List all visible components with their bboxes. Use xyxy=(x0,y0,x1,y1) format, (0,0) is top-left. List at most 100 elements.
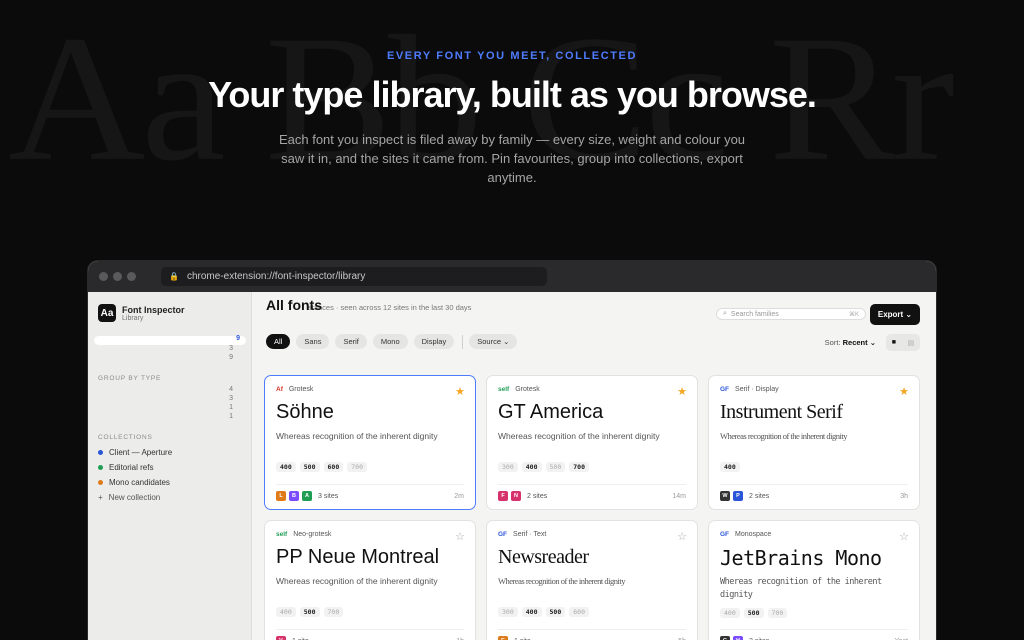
close-window-dot[interactable] xyxy=(99,272,108,281)
library-meta: stances · seen across 12 sites in the la… xyxy=(308,303,472,312)
filter-display[interactable]: Display xyxy=(413,334,455,349)
search-input[interactable]: ⌕ Search families ⌘K xyxy=(716,308,866,320)
filter-mono[interactable]: Mono xyxy=(372,334,408,349)
weight-chip[interactable]: 700 xyxy=(323,607,344,617)
font-card[interactable]: self Grotesk ★ GT America Whereas recogn… xyxy=(486,375,698,510)
font-card[interactable]: GF Monospace ☆ JetBrains Mono Whereas re… xyxy=(708,520,920,640)
sidebar-item[interactable]: 9 xyxy=(98,354,241,363)
star-icon[interactable]: ☆ xyxy=(899,530,909,543)
card-footer: V 1 site 1h xyxy=(276,629,464,640)
collection-client-aperture[interactable]: Client — Aperture xyxy=(98,445,241,460)
collection-color-dot xyxy=(98,450,103,455)
sidebar-item[interactable]: 1 xyxy=(98,404,241,413)
brand-name: Font Inspector xyxy=(122,304,185,315)
minimize-window-dot[interactable] xyxy=(113,272,122,281)
card-footer: FN 2 sites 14m xyxy=(498,484,686,501)
star-icon[interactable]: ★ xyxy=(899,385,909,398)
hero-subtitle: Each font you inspect is filed away by f… xyxy=(278,132,746,185)
maximize-window-dot[interactable] xyxy=(127,272,136,281)
page-title: All fonts xyxy=(266,297,322,313)
weight-list: 300 400 500 600 xyxy=(498,607,686,617)
star-icon[interactable]: ★ xyxy=(677,385,687,398)
lock-icon: 🔒 xyxy=(169,272,179,281)
font-sample-text: Whereas recognition of the inherent dign… xyxy=(498,431,660,441)
collection-color-dot xyxy=(98,480,103,485)
grid-view-icon[interactable]: ■ xyxy=(892,339,896,346)
view-toggle[interactable]: ■ ▤ xyxy=(886,334,920,351)
collection-label: Client — Aperture xyxy=(109,448,173,457)
weight-chip[interactable]: 700 xyxy=(347,462,367,472)
font-category: Serif · Display xyxy=(735,386,779,393)
star-icon[interactable]: ★ xyxy=(455,385,465,398)
weight-chip[interactable]: 400 xyxy=(720,608,740,618)
collection-mono-candidates[interactable]: Mono candidates xyxy=(98,475,241,490)
sidebar-count: 3 xyxy=(229,345,233,352)
source-dropdown[interactable]: Source ⌄ xyxy=(469,334,518,349)
font-sample-text: Whereas recognition of the inherent dign… xyxy=(720,431,847,441)
sidebar-item[interactable]: 1 xyxy=(98,413,241,422)
sidebar: Aa Font Inspector Library 9 3 9 GROUP BY… xyxy=(88,292,252,640)
filter-sans[interactable]: Sans xyxy=(296,334,330,349)
site-favicon: P xyxy=(733,491,743,501)
weight-chip[interactable]: 300 xyxy=(498,462,518,472)
font-category: Serif · Text xyxy=(513,531,547,538)
font-family-name: GT America xyxy=(498,401,604,423)
weight-chip[interactable]: 300 xyxy=(498,607,518,617)
main-panel: stances · seen across 12 sites in the la… xyxy=(252,292,936,640)
weight-chip[interactable]: 400 xyxy=(521,462,542,472)
sidebar-item-all[interactable]: 9 xyxy=(94,335,246,345)
weight-chip[interactable]: 500 xyxy=(743,608,764,618)
card-header: self Grotesk xyxy=(498,386,686,393)
weight-chip[interactable]: 400 xyxy=(276,607,296,617)
font-category: Neo-grotesk xyxy=(293,531,332,538)
hero: EVERY FONT YOU MEET, COLLECTED Your type… xyxy=(0,50,1024,187)
sidebar-count: 1 xyxy=(229,404,233,411)
sidebar-item[interactable]: 3 xyxy=(98,395,241,404)
star-icon[interactable]: ☆ xyxy=(677,530,687,543)
filter-serif[interactable]: Serif xyxy=(335,334,367,349)
weight-chip[interactable]: 500 xyxy=(299,607,320,617)
weight-chip[interactable]: 600 xyxy=(569,607,589,617)
filter-all[interactable]: All xyxy=(266,334,291,349)
star-icon[interactable]: ☆ xyxy=(455,530,465,543)
export-button[interactable]: Export ⌄ xyxy=(870,304,920,325)
sites-count: 3 sites xyxy=(318,492,339,500)
font-family-name: PP Neue Montreal xyxy=(276,546,440,568)
sidebar-item[interactable]: 3 xyxy=(98,345,241,354)
new-collection-button[interactable]: + New collection xyxy=(98,490,241,505)
weight-chip[interactable]: 600 xyxy=(323,462,344,472)
last-seen: 2m xyxy=(454,492,464,500)
source-badge: GF xyxy=(720,386,730,393)
browser-titlebar: 🔒 chrome-extension://font-inspector/libr… xyxy=(88,261,936,292)
sidebar-count: 4 xyxy=(229,386,233,393)
weight-chip[interactable]: 500 xyxy=(545,607,566,617)
weight-chip[interactable]: 400 xyxy=(521,607,542,617)
weight-chip[interactable]: 400 xyxy=(720,462,740,472)
sort-control[interactable]: Sort: Recent ⌄ xyxy=(825,338,876,347)
weight-chip[interactable]: 500 xyxy=(299,462,320,472)
app-body: Aa Font Inspector Library 9 3 9 GROUP BY… xyxy=(88,292,936,640)
brand: Aa Font Inspector Library xyxy=(98,304,241,322)
group-by-type-label: GROUP BY TYPE xyxy=(98,375,162,382)
font-card[interactable]: self Neo-grotesk ☆ PP Neue Montreal Wher… xyxy=(264,520,476,640)
font-card[interactable]: Af Grotesk ★ Söhne Whereas recognition o… xyxy=(264,375,476,510)
weight-list: 400 500 700 xyxy=(720,608,908,618)
source-badge: GF xyxy=(720,531,730,538)
weight-chip[interactable]: 700 xyxy=(569,462,589,472)
brand-logo-icon: Aa xyxy=(98,304,116,322)
weight-chip[interactable]: 700 xyxy=(767,608,788,618)
weight-chip[interactable]: 400 xyxy=(276,462,296,472)
font-card[interactable]: GF Serif · Display ★ Instrument Serif Wh… xyxy=(708,375,920,510)
font-card-grid: Af Grotesk ★ Söhne Whereas recognition o… xyxy=(264,375,920,640)
collection-editorial-refs[interactable]: Editorial refs xyxy=(98,460,241,475)
font-category: Grotesk xyxy=(515,386,540,393)
sidebar-count: 1 xyxy=(229,413,233,420)
font-card[interactable]: GF Serif · Text ☆ Newsreader Whereas rec… xyxy=(486,520,698,640)
list-view-icon[interactable]: ▤ xyxy=(908,339,915,347)
weight-list: 300 400 500 700 xyxy=(498,462,686,472)
sidebar-count: 9 xyxy=(229,354,233,361)
sidebar-item[interactable]: 4 xyxy=(98,386,241,395)
address-bar[interactable]: 🔒 chrome-extension://font-inspector/libr… xyxy=(161,267,547,286)
plus-icon: + xyxy=(98,493,103,502)
weight-chip[interactable]: 500 xyxy=(545,462,566,472)
